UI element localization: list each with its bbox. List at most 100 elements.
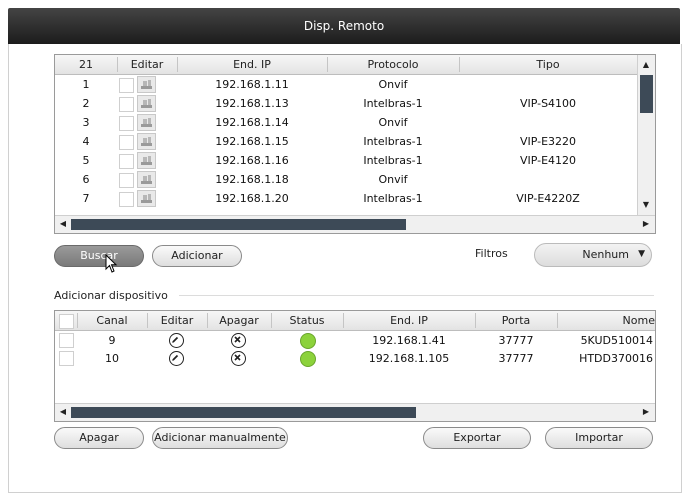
delete-icon[interactable]	[231, 351, 246, 366]
header-ip: End. IP	[233, 58, 271, 71]
row-checkbox[interactable]	[119, 154, 134, 169]
scroll-down-icon[interactable]: ▼	[640, 199, 652, 211]
edit-icon[interactable]	[169, 351, 184, 366]
filters-value: Nenhum	[582, 248, 629, 261]
header-status: Status	[289, 314, 325, 327]
row-type: VIP-E3220	[519, 135, 577, 148]
row-type	[459, 170, 637, 189]
list-item[interactable]: 10 192.168.1.105 37777 HTDD370016	[55, 349, 655, 368]
scroll-thumb[interactable]	[640, 75, 653, 113]
row-protocol: Intelbras-1	[363, 135, 423, 148]
row-checkbox[interactable]	[59, 333, 74, 348]
row-ip: 192.168.1.13	[215, 97, 289, 110]
table-row[interactable]: 3 192.168.1.14 Onvif	[55, 113, 637, 132]
header-type: Tipo	[536, 58, 560, 71]
status-online-icon	[300, 351, 316, 367]
table-row[interactable]: 1 192.168.1.11 Onvif	[55, 75, 637, 94]
row-number: 5	[82, 154, 90, 167]
table-row[interactable]: 7 192.168.1.20 Intelbras-1 VIP-E4220Z	[55, 189, 637, 208]
row-port: 37777	[498, 334, 534, 347]
edit-icon[interactable]	[137, 95, 156, 112]
edit-icon[interactable]	[137, 152, 156, 169]
select-all-checkbox[interactable]	[59, 314, 74, 329]
table-header: 21 Editar End. IP Protocolo Tipo	[55, 55, 655, 75]
added-horizontal-scrollbar[interactable]: ◀ ▶	[55, 403, 655, 421]
row-number: 1	[82, 78, 90, 91]
row-name: HTDD370016	[579, 352, 653, 365]
row-checkbox[interactable]	[119, 192, 134, 207]
added-table-header: Canal Editar Apagar Status End. IP Porta…	[55, 311, 655, 331]
edit-icon[interactable]	[137, 76, 156, 93]
header-name: Nome	[622, 314, 655, 327]
header-edit: Editar	[130, 58, 164, 71]
vertical-scrollbar[interactable]: ▲ ▼	[637, 55, 655, 215]
edit-icon[interactable]	[137, 114, 156, 131]
row-type: VIP-E4120	[519, 154, 577, 167]
filters-select[interactable]: Nenhum ▼	[534, 243, 652, 267]
filters-label: Filtros	[475, 247, 508, 260]
header-channel: Canal	[96, 314, 128, 327]
scroll-thumb-h2[interactable]	[71, 407, 416, 418]
main-panel: 21 Editar End. IP Protocolo Tipo 1 192.16…	[8, 44, 682, 493]
edit-icon[interactable]	[137, 190, 156, 207]
section-divider	[179, 295, 654, 296]
scroll-right-icon[interactable]: ▶	[640, 218, 652, 230]
row-channel: 10	[105, 352, 119, 365]
row-number: 7	[82, 192, 90, 205]
header-edit2: Editar	[160, 314, 194, 327]
row-checkbox[interactable]	[119, 97, 134, 112]
row-checkbox[interactable]	[119, 116, 134, 131]
row-protocol: Intelbras-1	[363, 192, 423, 205]
row-protocol: Onvif	[378, 116, 408, 129]
export-button[interactable]: Exportar	[423, 427, 531, 449]
row-port: 37777	[498, 352, 534, 365]
delete-icon[interactable]	[231, 333, 246, 348]
row-protocol: Onvif	[378, 173, 408, 186]
header-delete: Apagar	[219, 314, 259, 327]
row-ip: 192.168.1.15	[215, 135, 289, 148]
add-manual-button[interactable]: Adicionar manualmente	[152, 427, 288, 449]
header-protocol: Protocolo	[367, 58, 419, 71]
row-ip: 192.168.1.41	[372, 334, 446, 347]
row-number: 3	[82, 116, 90, 129]
scroll-right-icon-2[interactable]: ▶	[640, 406, 652, 418]
edit-icon[interactable]	[137, 133, 156, 150]
edit-icon[interactable]	[169, 333, 184, 348]
list-item[interactable]: 9 192.168.1.41 37777 5KUD510014	[55, 331, 655, 350]
row-protocol: Intelbras-1	[363, 154, 423, 167]
remote-device-table: 21 Editar End. IP Protocolo Tipo 1 192.16…	[54, 54, 656, 234]
table-row[interactable]: 5 192.168.1.16 Intelbras-1 VIP-E4120	[55, 151, 637, 170]
header-count: 21	[79, 58, 93, 71]
row-ip: 192.168.1.105	[368, 352, 450, 365]
table-row[interactable]: 6 192.168.1.18 Onvif	[55, 170, 637, 189]
row-ip: 192.168.1.20	[215, 192, 289, 205]
row-protocol: Onvif	[378, 78, 408, 91]
header-port: Porta	[501, 314, 531, 327]
table-row[interactable]: 4 192.168.1.15 Intelbras-1 VIP-E3220	[55, 132, 637, 151]
edit-icon[interactable]	[137, 171, 156, 188]
row-number: 2	[82, 97, 90, 110]
row-protocol: Intelbras-1	[363, 97, 423, 110]
row-type	[459, 75, 637, 94]
scroll-thumb-h[interactable]	[71, 219, 406, 230]
import-button[interactable]: Importar	[545, 427, 653, 449]
row-checkbox[interactable]	[59, 351, 74, 366]
scroll-left-icon-2[interactable]: ◀	[57, 406, 69, 418]
horizontal-scrollbar[interactable]: ◀ ▶	[55, 215, 655, 233]
row-ip: 192.168.1.18	[215, 173, 289, 186]
search-button[interactable]: Buscar	[54, 245, 144, 267]
table-row[interactable]: 2 192.168.1.13 Intelbras-1 VIP-S4100	[55, 94, 637, 113]
row-ip: 192.168.1.16	[215, 154, 289, 167]
header-ip2: End. IP	[390, 314, 428, 327]
delete-button[interactable]: Apagar	[54, 427, 144, 449]
row-checkbox[interactable]	[119, 173, 134, 188]
scroll-up-icon[interactable]: ▲	[640, 59, 652, 71]
chevron-down-icon: ▼	[638, 249, 645, 259]
add-button[interactable]: Adicionar	[152, 245, 242, 267]
row-type: VIP-E4220Z	[516, 192, 580, 205]
row-number: 4	[82, 135, 90, 148]
section-title: Adicionar dispositivo	[54, 289, 168, 302]
row-checkbox[interactable]	[119, 135, 134, 150]
row-checkbox[interactable]	[119, 78, 134, 93]
scroll-left-icon[interactable]: ◀	[57, 218, 69, 230]
